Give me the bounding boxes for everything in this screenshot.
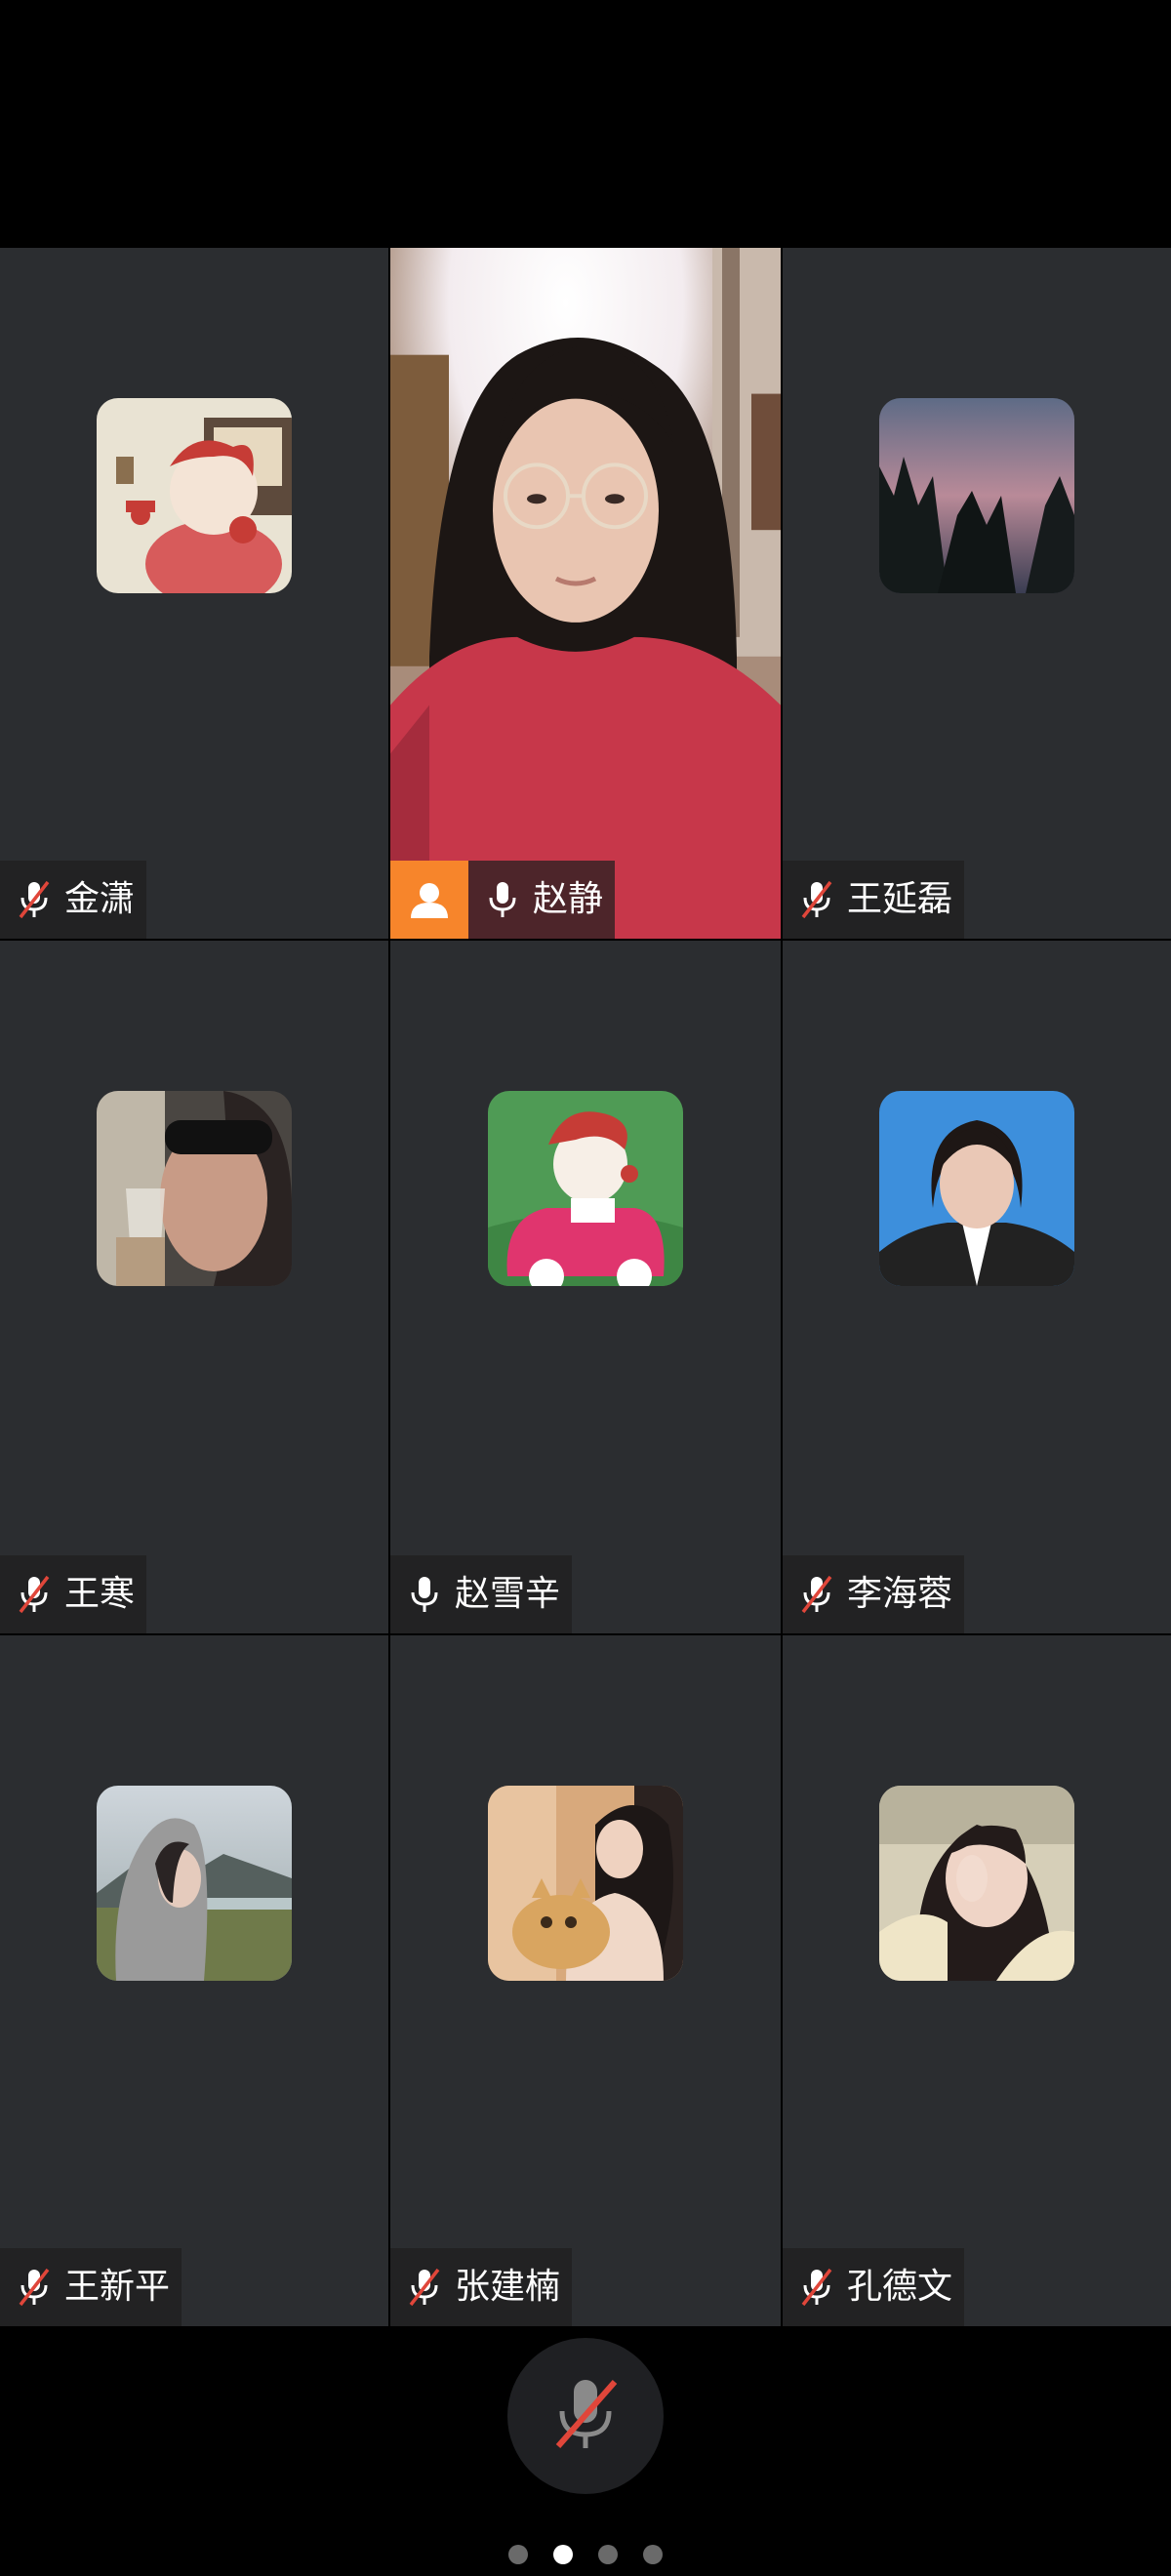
participant-tile[interactable]: 王延磊 [783,248,1171,939]
page-dot[interactable] [508,2545,528,2564]
mic-muted-icon [790,861,843,939]
participant-name-tag: 王延磊 [783,861,965,939]
participant-avatar [879,1091,1074,1286]
participant-name: 赵雪辛 [455,1574,561,1614]
page-dot-active[interactable] [553,2545,573,2564]
participant-name: 金潇 [64,879,136,919]
mic-muted-icon [398,2248,451,2326]
participant-grid: 金潇 赵静 王延磊 王寒 赵雪辛 李海蓉 王新平 张建楠 孔德文 [0,248,1171,2326]
participant-tile[interactable]: 金潇 [0,248,388,939]
mic-muted-icon [548,2374,623,2458]
participant-name-tag: 李海蓉 [783,1555,965,1633]
mute-toggle-button[interactable] [507,2338,664,2494]
participant-name-tag: 赵雪辛 [390,1555,573,1633]
participant-avatar [97,1786,292,1981]
participant-name-tag: 王寒 [0,1555,147,1633]
participant-avatar [879,1786,1074,1981]
mic-muted-icon [790,2248,843,2326]
participant-tile[interactable]: 王寒 [0,941,388,1633]
mic-icon [476,861,529,939]
participant-tile[interactable]: 孔德文 [783,1635,1171,2326]
participant-name: 孔德文 [847,2267,953,2307]
page-indicator [0,2545,1171,2564]
participant-video [390,248,781,939]
participant-name: 张建楠 [455,2267,561,2307]
participant-tile[interactable]: 李海蓉 [783,941,1171,1633]
participant-name-tag: 张建楠 [390,2248,573,2326]
participant-avatar [97,1091,292,1286]
participant-avatar [97,398,292,593]
participant-name: 王寒 [64,1574,136,1614]
participant-tile[interactable]: 王新平 [0,1635,388,2326]
participant-name: 王延磊 [847,879,953,919]
participant-name: 赵静 [533,879,604,919]
participant-avatar [879,398,1074,593]
host-badge-icon [390,861,468,939]
participant-name-tag: 金潇 [0,861,147,939]
page-dot[interactable] [598,2545,618,2564]
mic-muted-icon [8,1555,61,1633]
participant-tile[interactable]: 赵雪辛 [390,941,781,1633]
mic-muted-icon [790,1555,843,1633]
mic-icon [398,1555,451,1633]
participant-avatar [488,1786,683,1981]
top-bar [0,0,1171,248]
participant-name-tag: 王新平 [0,2248,182,2326]
participant-name-tag: 赵静 [390,861,616,939]
participant-name: 李海蓉 [847,1574,953,1614]
page-dot[interactable] [643,2545,663,2564]
mic-muted-icon [8,2248,61,2326]
mic-muted-icon [8,861,61,939]
participant-avatar [488,1091,683,1286]
participant-tile[interactable]: 张建楠 [390,1635,781,2326]
participant-name-tag: 孔德文 [783,2248,965,2326]
participant-name: 王新平 [64,2267,171,2307]
participant-tile-active-video[interactable]: 赵静 [390,248,781,939]
